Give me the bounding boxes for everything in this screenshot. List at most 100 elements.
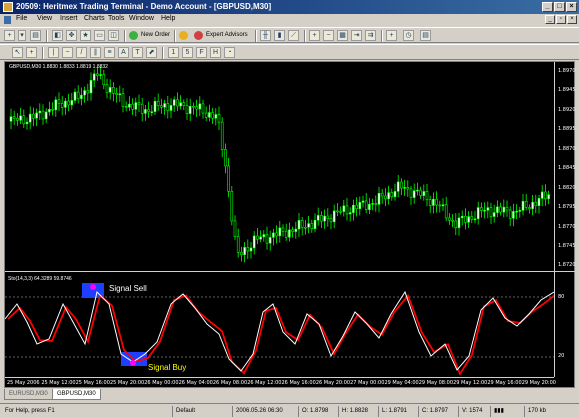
- candle-body: [534, 201, 538, 207]
- expert-advisors-button[interactable]: Expert Advisors: [193, 30, 248, 41]
- candle-body: [428, 199, 432, 206]
- mdi-close-button[interactable]: ×: [567, 15, 577, 24]
- time-label: 25 May 2006: [7, 380, 40, 386]
- menu-tools[interactable]: Tools: [108, 15, 124, 22]
- time-label: 26 May 08:00: [212, 380, 248, 386]
- candle-body: [96, 73, 99, 76]
- time-label: 27 May 00:00: [350, 380, 385, 386]
- candle-body: [137, 102, 141, 105]
- terminal-icon[interactable]: ▭: [94, 30, 105, 41]
- text-icon[interactable]: A: [118, 47, 129, 58]
- templates-icon[interactable]: ▤: [420, 30, 431, 41]
- mdi-minimize-button[interactable]: _: [545, 15, 555, 24]
- trendline-icon[interactable]: /: [76, 47, 87, 58]
- candle-body: [355, 204, 358, 210]
- price-label: 1.8920: [558, 107, 576, 113]
- candle-body: [134, 102, 138, 110]
- candle-body: [233, 220, 237, 237]
- signal-buy-label: Signal Buy: [148, 363, 187, 372]
- arrows-icon[interactable]: ⬈: [146, 47, 157, 58]
- new-chart-dropdown-icon[interactable]: ▾: [18, 30, 26, 41]
- candle-body: [163, 103, 166, 108]
- close-button[interactable]: ×: [566, 2, 577, 12]
- strategy-tester-icon[interactable]: ◫: [108, 30, 119, 41]
- periods-icon[interactable]: ◷: [403, 30, 414, 41]
- lock-icon[interactable]: [178, 30, 191, 41]
- period-h1-icon[interactable]: ◔: [224, 47, 235, 58]
- profiles-icon[interactable]: ▤: [30, 30, 41, 41]
- candle-body: [352, 204, 355, 213]
- candle-body: [249, 247, 253, 252]
- navigator-icon[interactable]: ★: [80, 30, 91, 41]
- status-volume: V: 1574: [458, 406, 482, 417]
- status-datetime: 2006.05.26 06:30: [232, 406, 283, 417]
- oscillator-chart[interactable]: [5, 274, 554, 377]
- candle-body: [361, 200, 365, 203]
- candle-body: [329, 218, 333, 223]
- candle-body: [483, 209, 486, 212]
- mdi-restore-button[interactable]: ▫: [556, 15, 566, 24]
- tab-gbpusd[interactable]: GBPUSD,M30: [52, 389, 101, 400]
- status-profile[interactable]: Default: [172, 406, 195, 417]
- time-axis[interactable]: 25 May 2006 25 May 12:00 25 May 16:00 25 Ma…: [5, 377, 556, 389]
- candle-body: [99, 74, 102, 76]
- price-axis[interactable]: 1.8970 1.8945 1.8920 1.8895 1.8870 1.884…: [554, 62, 576, 377]
- menu-insert[interactable]: Insert: [60, 15, 78, 22]
- price-panel[interactable]: GBPUSD,M30 1.8830 1.8833 1.8819 1.8832: [5, 62, 554, 271]
- new-order-button[interactable]: New Order: [128, 30, 170, 41]
- new-chart-icon[interactable]: +: [4, 30, 15, 41]
- fibonacci-icon[interactable]: ≡: [104, 47, 115, 58]
- candle-body: [73, 91, 77, 101]
- candle-body: [470, 216, 474, 220]
- chart-shift-icon[interactable]: ⇥: [351, 30, 362, 41]
- indicators-icon[interactable]: +: [386, 30, 397, 41]
- auto-scroll-icon[interactable]: ⇉: [365, 30, 376, 41]
- zoom-out-icon[interactable]: −: [323, 30, 334, 41]
- bar-chart-icon[interactable]: ╫: [260, 30, 271, 41]
- candle-body: [403, 187, 406, 189]
- vertical-line-icon[interactable]: |: [48, 47, 59, 58]
- text-label-icon[interactable]: T: [132, 47, 143, 58]
- price-chart[interactable]: [5, 62, 554, 271]
- candle-body: [51, 108, 54, 111]
- candle-body: [172, 99, 176, 106]
- mdi-controls: _ ▫ ×: [544, 15, 577, 24]
- tab-eurusd[interactable]: EURUSD,M30: [4, 389, 53, 400]
- period-m5-icon[interactable]: 5: [182, 47, 193, 58]
- market-watch-icon[interactable]: ◧: [52, 30, 63, 41]
- candle-body: [147, 109, 150, 112]
- period-m30-icon[interactable]: H: [210, 47, 221, 58]
- chart-window[interactable]: GBPUSD,M30 1.8830 1.8833 1.8819 1.8832 S…: [4, 61, 576, 389]
- data-window-icon[interactable]: ✥: [66, 30, 77, 41]
- signal-line: [7, 293, 554, 376]
- menu-file[interactable]: File: [16, 15, 27, 22]
- horizontal-line-icon[interactable]: −: [62, 47, 73, 58]
- candlestick-icon[interactable]: ▮: [274, 30, 285, 41]
- period-m1-icon[interactable]: 1: [168, 47, 179, 58]
- menu-help[interactable]: Help: [161, 15, 175, 22]
- tile-windows-icon[interactable]: ▦: [337, 30, 348, 41]
- cursor-icon[interactable]: ↖: [12, 47, 23, 58]
- maximize-button[interactable]: □: [554, 2, 565, 12]
- candle-body: [396, 181, 400, 192]
- crosshair-icon[interactable]: +: [26, 47, 37, 58]
- oscillator-panel[interactable]: Sto(14,3,3) 64.3289 59.8746 Signal Sell …: [5, 274, 554, 377]
- candle-body: [489, 207, 493, 217]
- candle-body: [246, 247, 250, 252]
- oscillator-legend: Sto(14,3,3) 64.3289 59.8746: [8, 276, 72, 282]
- candle-body: [57, 99, 61, 104]
- minimize-button[interactable]: _: [542, 2, 553, 12]
- candle-body: [342, 205, 346, 212]
- chart-window-icon[interactable]: [4, 16, 11, 24]
- line-chart-icon[interactable]: ⟋: [288, 30, 299, 41]
- menu-charts[interactable]: Charts: [84, 15, 105, 22]
- candle-body: [112, 87, 115, 94]
- menu-view[interactable]: View: [37, 15, 52, 22]
- zoom-in-icon[interactable]: +: [309, 30, 320, 41]
- candle-body: [316, 215, 320, 221]
- candle-body: [304, 226, 307, 229]
- period-m15-icon[interactable]: F: [196, 47, 207, 58]
- menu-window[interactable]: Window: [129, 15, 154, 22]
- channel-icon[interactable]: ∥: [90, 47, 101, 58]
- candle-body: [236, 236, 240, 253]
